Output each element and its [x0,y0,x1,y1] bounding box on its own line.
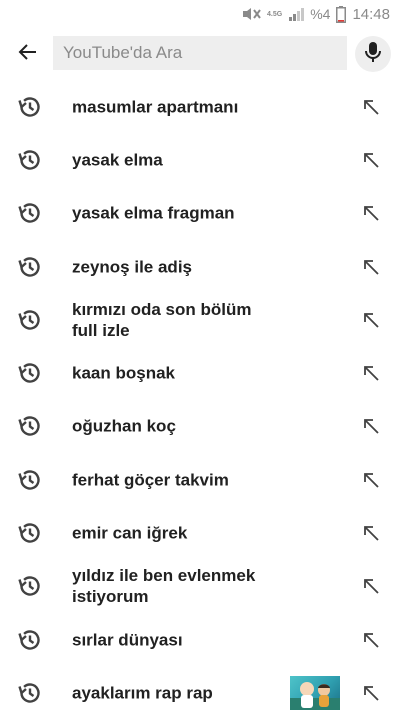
history-icon [17,307,43,333]
history-item-label: kırmızı oda son bölüm full izle [72,299,252,340]
arrow-up-left-icon[interactable] [358,680,384,706]
arrow-up-left-icon[interactable] [358,627,384,653]
arrow-up-left-icon[interactable] [358,94,384,120]
history-icon [17,94,43,120]
history-item-label: yasak elma fragman [72,203,235,223]
history-item[interactable]: masumlar apartmanı [0,80,400,133]
history-item[interactable]: yasak elma fragman [0,187,400,240]
history-item[interactable]: yıldız ile ben evlenmek istiyorum [0,560,400,613]
search-history-list: masumlar apartmanı yasak elma yasak elma… [0,80,400,720]
network-label: 4.5G [267,10,283,18]
arrow-up-left-icon[interactable] [358,307,384,333]
history-item-label: yıldız ile ben evlenmek istiyorum [72,566,256,607]
mute-icon [241,6,261,22]
history-item-label: emir can iğrek [72,523,188,543]
video-thumbnail[interactable] [290,675,340,710]
history-item[interactable]: kaan boşnak [0,346,400,399]
history-item[interactable]: oğuzhan koç [0,400,400,453]
arrow-left-icon [16,40,40,69]
history-item[interactable]: kırmızı oda son bölüm full izle [0,293,400,346]
history-item-label: oğuzhan koç [72,416,176,436]
signal-icon [288,6,305,22]
history-item[interactable]: ayaklarım rap rap [0,666,400,719]
search-input[interactable] [53,36,347,70]
arrow-up-left-icon[interactable] [358,200,384,226]
history-item[interactable]: emir can iğrek [0,506,400,559]
clock: 14:48 [352,5,390,23]
history-item-label: sırlar dünyası [72,630,183,650]
history-icon [17,200,43,226]
history-icon [17,254,43,280]
history-icon [17,680,43,706]
arrow-up-left-icon[interactable] [358,254,384,280]
history-item-label: ferhat göçer takvim [72,470,229,490]
status-icons: 4.5G %4 14:48 [241,5,390,23]
history-item-label: yasak elma [72,150,163,170]
history-item[interactable]: ferhat göçer takvim [0,453,400,506]
back-button[interactable] [10,36,46,72]
history-item[interactable]: sırlar dünyası [0,613,400,666]
arrow-up-left-icon[interactable] [358,360,384,386]
arrow-up-left-icon[interactable] [358,413,384,439]
arrow-up-left-icon[interactable] [358,147,384,173]
battery-icon [336,5,347,23]
search-bar [0,30,400,78]
status-bar: 4.5G %4 14:48 [0,0,400,28]
history-item[interactable]: zeynoş ile adiş [0,240,400,293]
arrow-up-left-icon[interactable] [358,520,384,546]
history-item-label: masumlar apartmanı [72,97,239,117]
history-icon [17,467,43,493]
arrow-up-left-icon[interactable] [358,573,384,599]
history-icon [17,147,43,173]
history-item-label: kaan boşnak [72,363,175,383]
history-icon [17,573,43,599]
voice-search-button[interactable] [355,36,391,72]
history-icon [17,360,43,386]
history-icon [17,627,43,653]
history-icon [17,413,43,439]
history-item[interactable]: yasak elma [0,133,400,186]
history-item-label: ayaklarım rap rap [72,683,213,703]
arrow-up-left-icon[interactable] [358,467,384,493]
microphone-icon [363,40,383,69]
history-icon [17,520,43,546]
history-item-label: zeynoş ile adiş [72,257,192,277]
battery-percent: %4 [310,6,331,22]
